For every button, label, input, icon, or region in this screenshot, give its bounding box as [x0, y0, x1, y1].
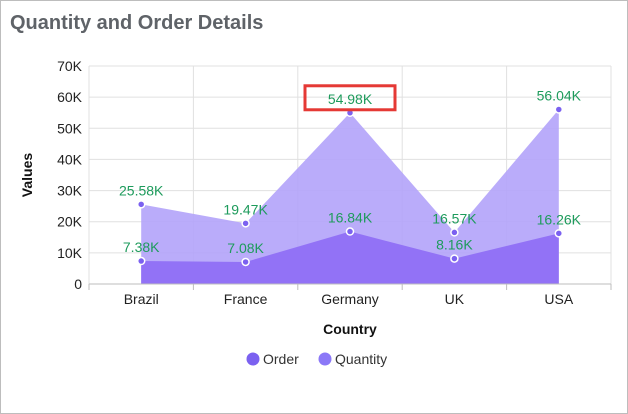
data-label-quantity: 25.58K	[119, 182, 164, 198]
y-tick-label: 10K	[57, 245, 83, 261]
y-tick-label: 70K	[57, 58, 83, 74]
marker-quantity	[450, 228, 459, 237]
x-axis-title: Country	[323, 321, 377, 337]
data-label-order: 16.26K	[537, 211, 582, 227]
marker-order	[554, 229, 564, 238]
marker-order	[241, 257, 250, 267]
x-tick-label: USA	[544, 291, 573, 307]
legend-label: Quantity	[335, 351, 387, 367]
legend-item-order: Order	[246, 351, 299, 367]
marker-quantity	[554, 105, 564, 114]
chart-svg: 7.38K 7.08K 16.84K 8.16K 16.26K 25.58K 19.47K 5…	[19, 58, 612, 367]
marker-quantity	[241, 219, 250, 228]
y-axis-title: Values	[19, 153, 35, 198]
marker-order	[345, 227, 355, 236]
x-tick-label: Brazil	[124, 291, 159, 307]
series-areas	[141, 109, 559, 284]
y-tick-label: 0	[74, 276, 82, 292]
data-label-order: 7.38K	[123, 239, 160, 255]
legend-label: Order	[263, 351, 299, 367]
legend-item-quantity: Quantity	[318, 351, 387, 367]
y-tick-label: 40K	[57, 151, 83, 167]
x-tick-label: France	[224, 291, 268, 307]
legend: Order Quantity	[246, 351, 387, 367]
legend-marker	[246, 352, 260, 366]
legend-marker	[318, 352, 332, 366]
x-tick-label: Germany	[321, 291, 379, 307]
y-tick-label: 20K	[57, 214, 83, 230]
data-label-quantity: 54.98K	[328, 91, 373, 107]
y-tick-label: 60K	[57, 89, 83, 105]
data-label-order: 8.16K	[436, 237, 473, 253]
data-label-order: 16.84K	[328, 210, 373, 226]
data-label-order: 7.08K	[227, 240, 264, 256]
marker-order	[450, 254, 459, 263]
y-tick-label: 50K	[57, 120, 83, 136]
data-label-quantity: 19.47K	[223, 201, 268, 217]
data-label-quantity: 56.04K	[537, 87, 582, 103]
marker-order	[136, 256, 146, 266]
data-label-quantity: 16.57K	[432, 210, 477, 226]
marker-quantity	[136, 200, 146, 209]
x-tick-label: UK	[445, 291, 465, 307]
y-tick-label: 30K	[57, 183, 83, 199]
